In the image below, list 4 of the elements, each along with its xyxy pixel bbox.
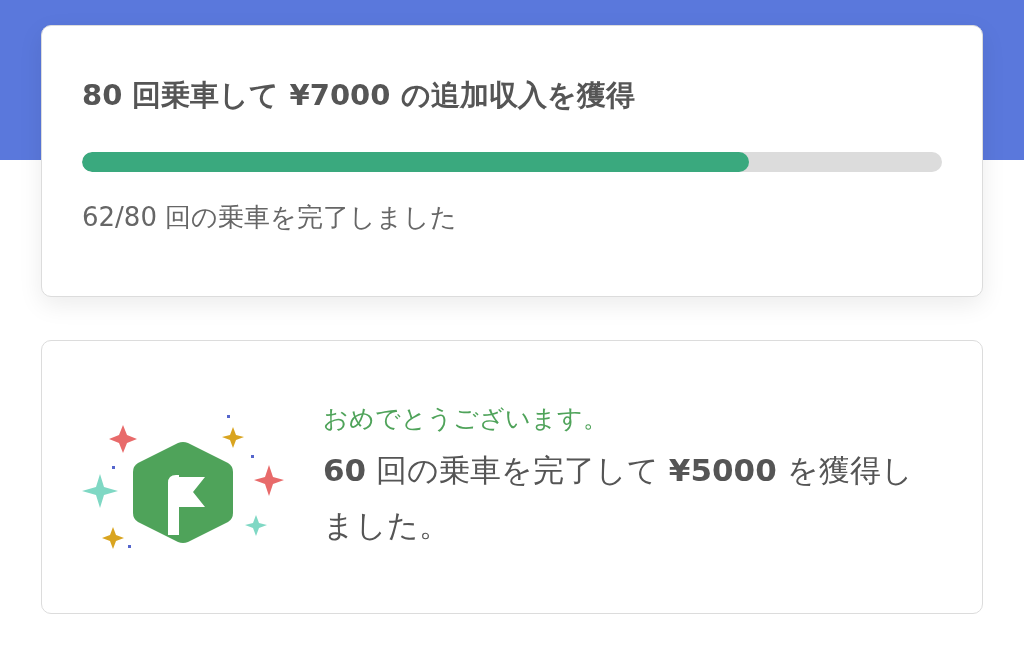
progress-status: 62/80 回の乗車を完了しました [82, 201, 459, 234]
achievement-message: 60 回の乗車を完了して ¥5000 を獲得しました。 [323, 451, 914, 545]
congratulations-text: おめでとうございます。 [323, 403, 609, 436]
goal-title: 80 回乗車して ¥7000 の追加収入を獲得 [82, 77, 636, 114]
